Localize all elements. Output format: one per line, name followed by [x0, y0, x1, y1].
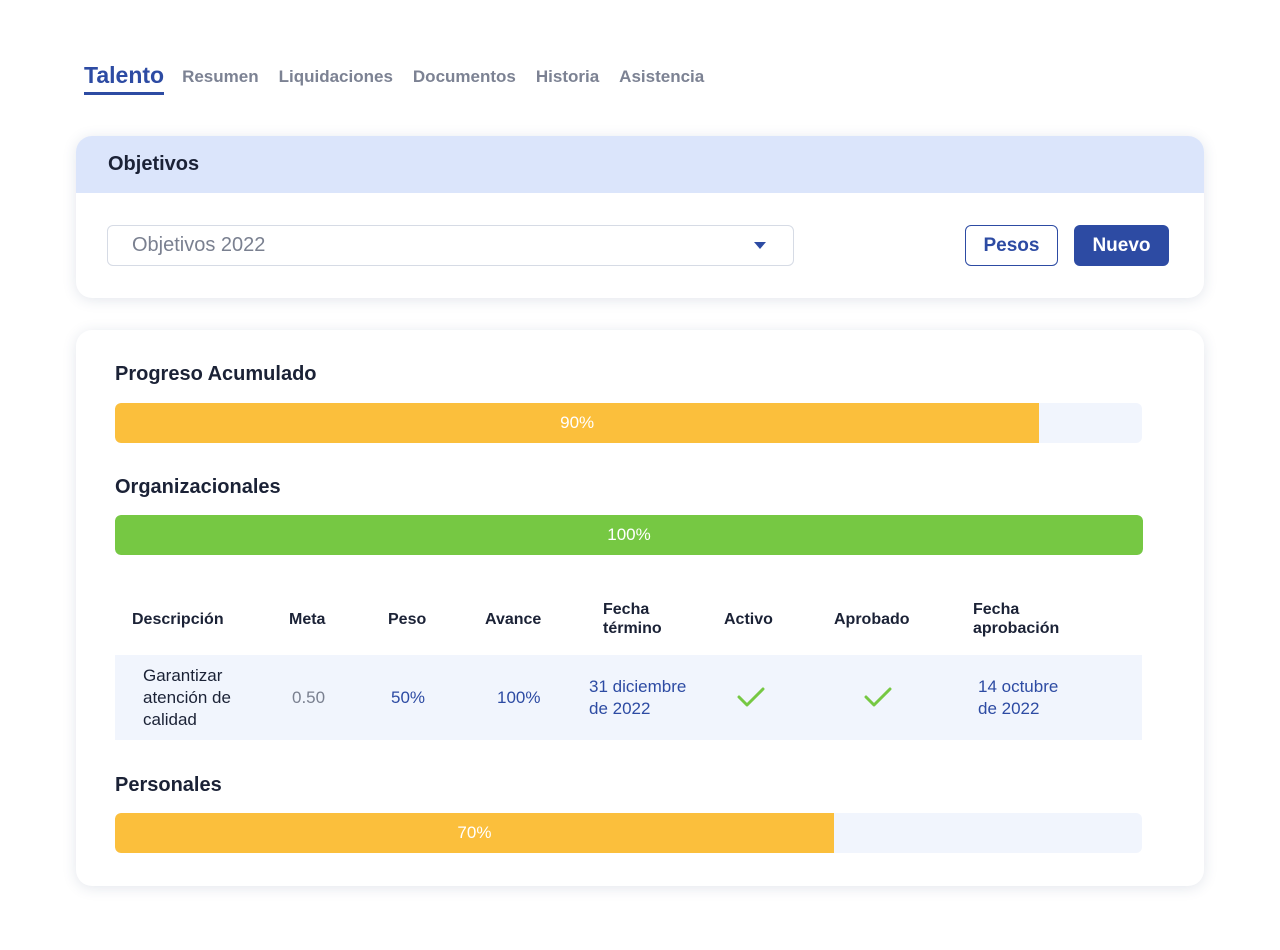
th-fecha-termino-line1: Fecha	[603, 601, 650, 618]
cell-descripcion: Garantizar atención de calidad	[143, 665, 231, 731]
cell-descripcion-line1: Garantizar	[143, 666, 223, 685]
cell-peso: 50%	[391, 688, 426, 707]
organizacionales-title: Organizacionales	[115, 476, 281, 498]
personales-label: 70%	[457, 823, 492, 842]
progreso-card: Progreso Acumulado 90% Organizacionales …	[76, 330, 1204, 886]
tab-bar: Talento Resumen Liquidaciones Documentos…	[84, 62, 704, 95]
cell-descripcion-line3: calidad	[143, 710, 197, 729]
tab-liquidaciones[interactable]: Liquidaciones	[279, 67, 393, 95]
personales-bar: 70%	[115, 813, 1142, 853]
caret-down-icon	[754, 242, 766, 249]
progreso-acumulado-bar: 90%	[115, 403, 1142, 443]
th-fecha-termino: Fecha término	[603, 600, 662, 638]
th-meta: Meta	[289, 611, 326, 628]
th-peso: Peso	[388, 611, 427, 628]
cell-meta: 0.50	[292, 688, 326, 707]
tab-resumen[interactable]: Resumen	[182, 67, 259, 95]
th-avance: Avance	[485, 611, 542, 628]
objetivos-select-value: Objetivos 2022	[132, 234, 266, 256]
cell-fecha-aprobacion-line2: de 2022	[978, 699, 1040, 718]
check-icon	[864, 687, 892, 707]
tab-historia[interactable]: Historia	[536, 67, 599, 95]
cell-fecha-termino: 31 diciembre de 2022	[589, 676, 686, 720]
objetivos-card: Objetivos Objetivos 2022 Pesos Nuevo	[76, 136, 1204, 298]
th-fecha-aprobacion-line1: Fecha	[973, 601, 1020, 618]
objetivos-select[interactable]: Objetivos 2022	[107, 225, 794, 266]
tab-asistencia[interactable]: Asistencia	[619, 67, 704, 95]
th-activo: Activo	[724, 611, 773, 628]
pesos-button[interactable]: Pesos	[965, 225, 1058, 266]
cell-fecha-aprobacion-line1: 14 octubre	[978, 677, 1059, 696]
organizacionales-label: 100%	[607, 525, 651, 544]
th-fecha-aprobacion: Fecha aprobación	[973, 600, 1059, 638]
objetivos-title: Objetivos	[76, 136, 1204, 193]
cell-fecha-termino-line2: de 2022	[589, 699, 651, 718]
cell-fecha-aprobacion: 14 octubre de 2022	[978, 676, 1058, 720]
progreso-acumulado-label: 90%	[560, 413, 595, 432]
tab-talento[interactable]: Talento	[84, 62, 165, 95]
tab-documentos[interactable]: Documentos	[413, 67, 516, 95]
check-icon	[737, 687, 765, 707]
th-fecha-termino-line2: término	[603, 620, 662, 637]
progreso-acumulado-title: Progreso Acumulado	[115, 363, 317, 385]
th-aprobado: Aprobado	[834, 611, 910, 628]
nuevo-button[interactable]: Nuevo	[1074, 225, 1169, 266]
cell-avance: 100%	[497, 688, 541, 707]
organizacionales-bar: 100%	[115, 515, 1143, 555]
cell-fecha-termino-line1: 31 diciembre	[589, 677, 687, 696]
th-fecha-aprobacion-line2: aprobación	[973, 620, 1060, 637]
th-descripcion: Descripción	[132, 611, 224, 628]
table-row[interactable]: Garantizar atención de calidad 0.50 50% …	[115, 655, 1142, 740]
cell-descripcion-line2: atención de	[143, 688, 231, 707]
personales-title: Personales	[115, 774, 222, 796]
